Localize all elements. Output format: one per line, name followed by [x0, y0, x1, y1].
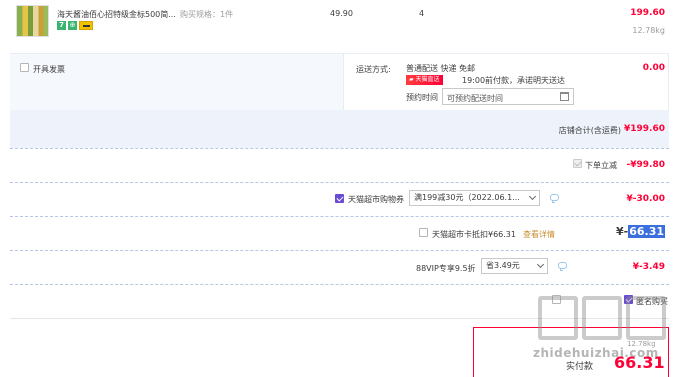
- vip-select-value: 省3.49元: [486, 261, 520, 270]
- vip-select[interactable]: 省3.49元: [481, 258, 548, 274]
- card-checkbox[interactable]: [419, 228, 428, 237]
- quantity: 4: [419, 9, 425, 18]
- divider: [10, 250, 669, 251]
- product-thumbnail[interactable]: [16, 5, 49, 37]
- divider: [10, 182, 669, 183]
- discount-value: -¥99.80: [626, 160, 665, 170]
- item-subtotal: 199.60: [630, 8, 665, 18]
- delivery-time-placeholder: 可预约配送时间: [447, 94, 503, 103]
- store-total-label: 店铺合计(含运费): [558, 126, 621, 135]
- invoice-checkbox[interactable]: [20, 63, 29, 72]
- watermark-logo: [538, 296, 666, 346]
- vip-value: ¥-3.49: [632, 262, 665, 272]
- coupon-select[interactable]: 满199减30元（2022.06.1...: [409, 190, 540, 206]
- coupon-label: 天猫超市购物券: [348, 195, 404, 204]
- pay-label: 实付款: [566, 362, 594, 372]
- chevron-down-icon: [536, 260, 545, 269]
- invoice-label: 开具发票: [33, 65, 65, 74]
- shipping-method: 普通配送 快递 免邮: [406, 64, 476, 73]
- calendar-icon[interactable]: [560, 92, 569, 101]
- vip-chat-icon[interactable]: [558, 262, 567, 271]
- discount-checkbox: [573, 159, 582, 168]
- card-value-prefix: ¥-: [615, 225, 629, 238]
- chevron-down-icon: [528, 192, 537, 201]
- coupon-select-value: 满199减30元（2022.06.1...: [414, 193, 520, 202]
- coupon-checkbox[interactable]: [335, 194, 344, 203]
- card-value: ¥-66.31: [616, 225, 665, 238]
- divider: [10, 216, 669, 217]
- item-weight: 12.78kg: [632, 26, 665, 35]
- card-icon: [79, 21, 93, 30]
- store-total-value: ¥199.60: [624, 124, 665, 134]
- shipping-label: 运送方式:: [356, 65, 391, 74]
- item-spec: 购买规格：1件: [180, 10, 234, 19]
- shipping-fee: 0.00: [642, 63, 665, 73]
- coupon-value: ¥-30.00: [626, 194, 665, 204]
- delivery-time-input[interactable]: 可预约配送时间: [442, 88, 574, 105]
- watermark-site: zhidehuizhai.com: [533, 346, 659, 360]
- shipping-note: 19:00前付款，承诺明天送达: [462, 76, 566, 85]
- unit-price: 49.90: [330, 9, 353, 18]
- card-label: 天猫超市卡抵扣¥66.31: [432, 230, 516, 239]
- divider: [10, 148, 669, 149]
- invoice-panel: [10, 53, 343, 110]
- delivery-time-label: 预约时间: [406, 93, 438, 102]
- vip-label: 88VIP专享9.5折: [416, 264, 476, 273]
- divider: [10, 284, 669, 285]
- tmall-7day-icon: 7: [57, 21, 66, 30]
- discount-label: 下单立减: [585, 161, 617, 170]
- card-value-highlight: 66.31: [628, 225, 665, 238]
- card-detail-link[interactable]: 查看详情: [523, 229, 555, 240]
- coupon-chat-icon[interactable]: [550, 194, 559, 203]
- tmall-direct-badge: ▰ 天猫直送: [406, 75, 443, 85]
- guarantee-icon: ⊕: [68, 21, 77, 30]
- item-title[interactable]: 海天酱油佰心招特级金标500简...: [57, 9, 176, 20]
